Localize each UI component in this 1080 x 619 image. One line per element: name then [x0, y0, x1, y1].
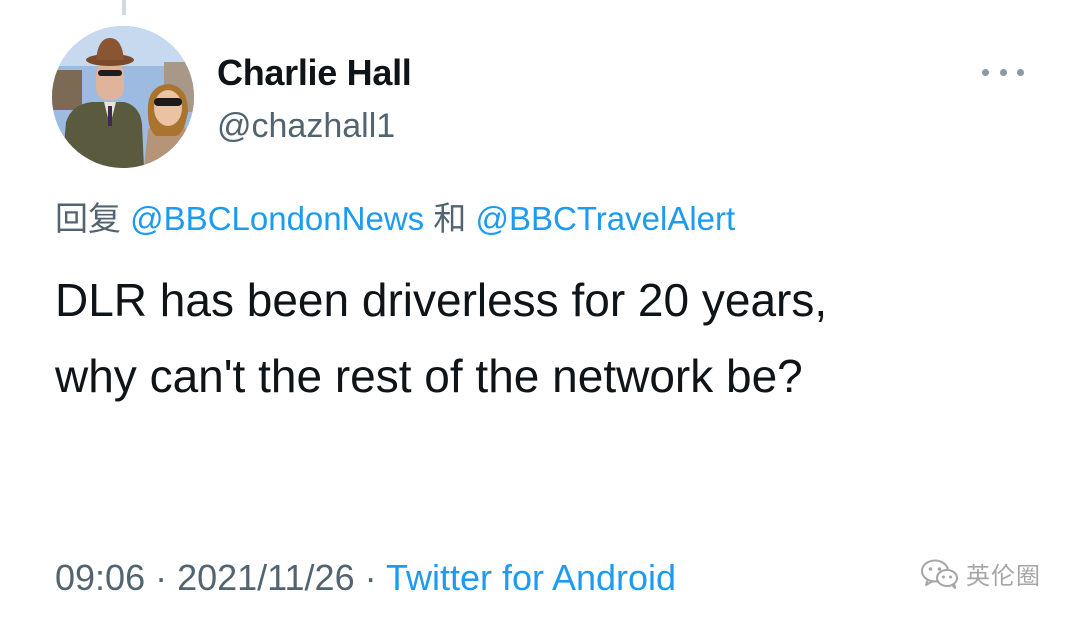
tweet-metadata: 09:06 · 2021/11/26 · Twitter for Android: [55, 557, 676, 599]
thread-connector-line: [122, 0, 126, 15]
avatar-photo: [52, 26, 194, 168]
reply-joiner: 和: [433, 200, 467, 237]
more-dot: [999, 68, 1007, 76]
reply-prefix: 回复: [55, 200, 121, 237]
more-dot: [982, 68, 989, 76]
author-display-name[interactable]: Charlie Hall: [217, 52, 412, 94]
meta-separator: ·: [354, 557, 386, 598]
reply-context: 回复 @BBCLondonNews 和 @BBCTravelAlert: [55, 192, 735, 240]
watermark: 英伦圈: [920, 556, 1041, 591]
tweet-source-link[interactable]: Twitter for Android: [386, 557, 676, 598]
more-options-icon[interactable]: [982, 60, 1024, 84]
tweet-text: DLR has been driverless for 20 years, wh…: [55, 262, 1045, 414]
wechat-icon: [921, 559, 958, 589]
tweet-text-line-2: why can't the rest of the network be?: [55, 350, 803, 402]
tweet-date[interactable]: 2021/11/26: [177, 557, 355, 598]
tweet-text-line-1: DLR has been driverless for 20 years,: [55, 274, 828, 326]
author-handle[interactable]: @chazhall1: [217, 107, 395, 146]
more-dot: [1017, 68, 1024, 76]
meta-separator: ·: [145, 557, 178, 598]
watermark-label: 英伦圈: [966, 562, 1041, 590]
mention-link-bbclondonnews[interactable]: @BBCLondonNews: [130, 200, 424, 237]
avatar[interactable]: [52, 26, 194, 168]
tweet-time[interactable]: 09:06: [55, 557, 145, 598]
mention-link-bbctravelalert[interactable]: @BBCTravelAlert: [476, 200, 736, 237]
